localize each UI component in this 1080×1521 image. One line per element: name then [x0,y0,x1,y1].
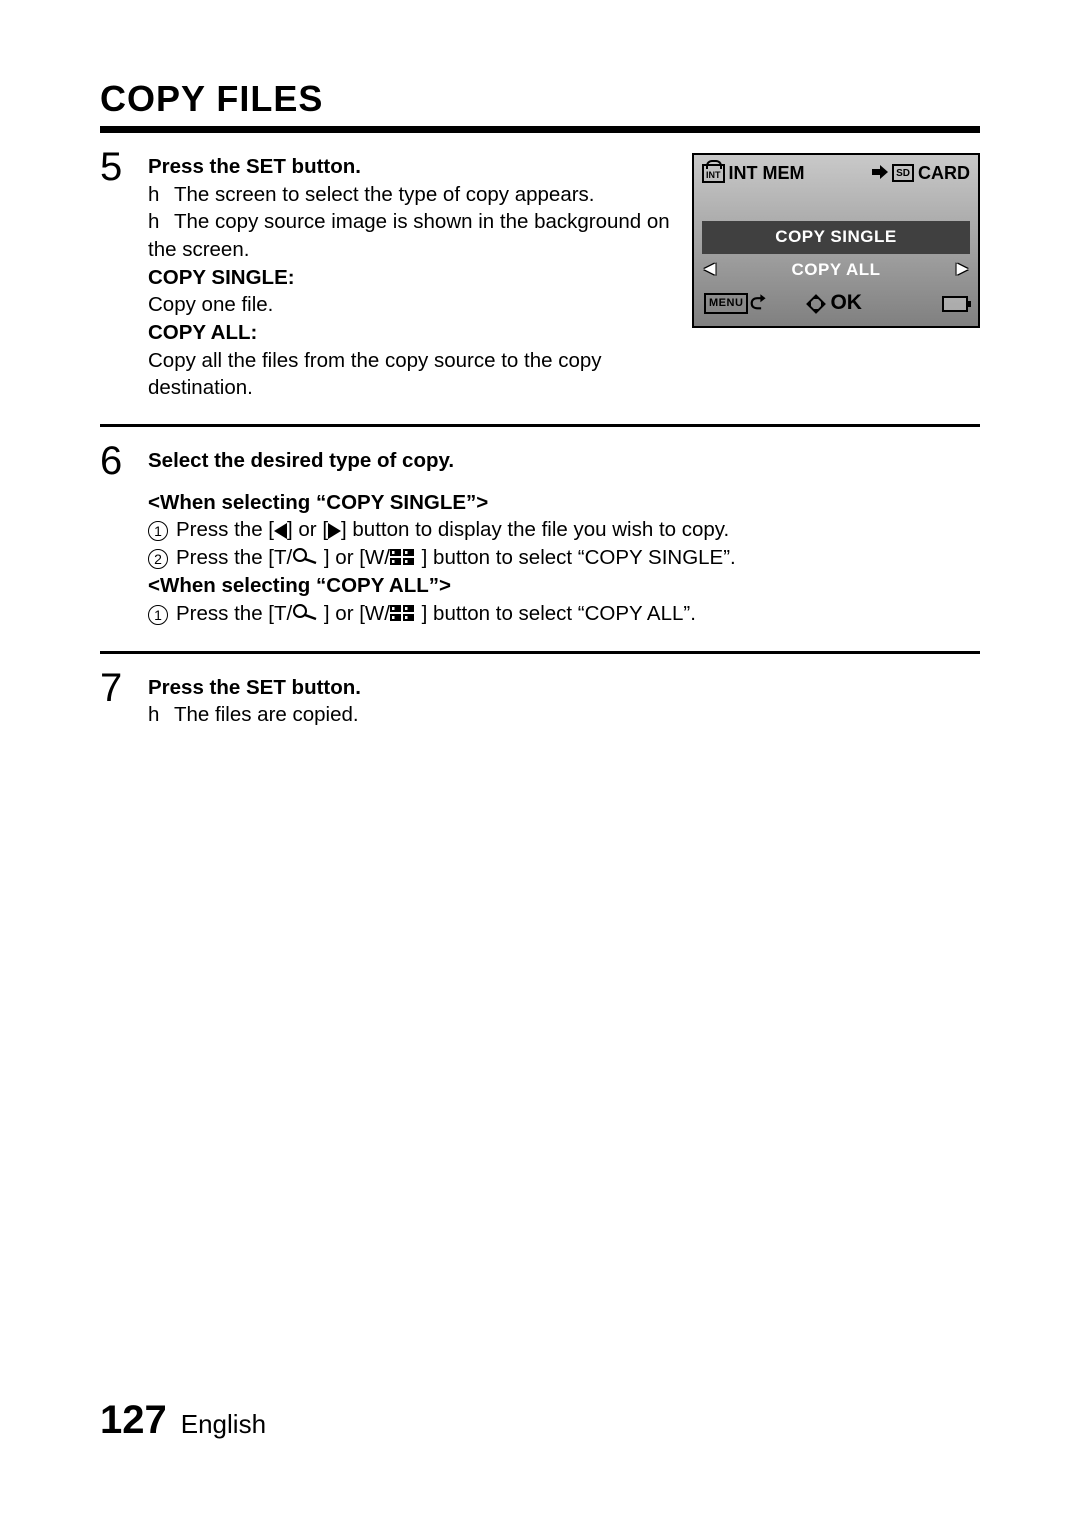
magnify-icon [292,601,318,629]
circled-1-icon: 1 [148,521,168,541]
step-number: 6 [100,441,148,481]
screen-right-arrow-icon: ▶ [956,259,968,279]
right-arrow-icon [328,523,341,539]
int-mem-icon: INT [702,164,725,183]
step-number: 5 [100,147,148,187]
page-footer: 127 English [100,1398,266,1443]
step-5-heading: Press the SET button. [148,153,672,181]
when-copy-single: <When selecting “COPY SINGLE”> [148,489,980,517]
step-5-bullet-1: hThe screen to select the type of copy a… [148,181,672,209]
copy-single-label: COPY SINGLE: [148,264,672,292]
left-arrow-icon [274,523,287,539]
divider [100,651,980,654]
divider [100,424,980,427]
screen-left-arrow-icon: ◀ [704,259,716,279]
step-7-bullet-1: hThe files are copied. [148,701,980,729]
battery-icon [942,296,968,312]
grid-icon [390,545,416,573]
screen-menu-back: MENU ⮌ [704,290,766,317]
copy-single-desc: Copy one file. [148,291,672,319]
sd-card-icon: SD [892,164,914,182]
screen-source: INT INT MEM [702,161,805,185]
step-6-line-3: 1Press the [T/ ] or [W/ ] button to sele… [148,600,980,628]
circled-1-icon: 1 [148,605,168,625]
when-copy-all: <When selecting “COPY ALL”> [148,572,980,600]
arrow-right-icon [872,161,888,185]
step-5-bullet-2: hThe copy source image is shown in the b… [148,208,672,263]
page-title: COPY FILES [100,78,980,133]
step-6-line-2: 2Press the [T/ ] or [W/ ] button to sele… [148,544,980,572]
nav-diamond-icon [806,294,826,314]
step-6-heading: Select the desired type of copy. [148,447,980,475]
circled-2-icon: 2 [148,549,168,569]
step-6: 6 Select the desired type of copy. <When… [100,441,980,629]
return-icon: ⮌ [750,290,766,317]
copy-all-desc: Copy all the files from the copy source … [148,347,672,402]
step-number: 7 [100,668,148,708]
page-number: 127 [100,1398,167,1443]
step-7: 7 Press the SET button. hThe files are c… [100,668,980,729]
step-5: 5 Press the SET button. hThe screen to s… [100,147,980,402]
screen-option-copy-single: COPY SINGLE [702,221,970,254]
step-6-line-1: 1Press the [] or [] button to display th… [148,516,980,544]
screen-dest: SD CARD [872,161,970,185]
page-language: English [181,1409,266,1440]
grid-icon [390,601,416,629]
screen-ok: OK [806,289,862,317]
step-7-heading: Press the SET button. [148,674,980,702]
magnify-icon [292,545,318,573]
copy-all-label: COPY ALL: [148,319,672,347]
camera-screen: INT INT MEM SD CARD COPY SINGLE [692,153,980,328]
